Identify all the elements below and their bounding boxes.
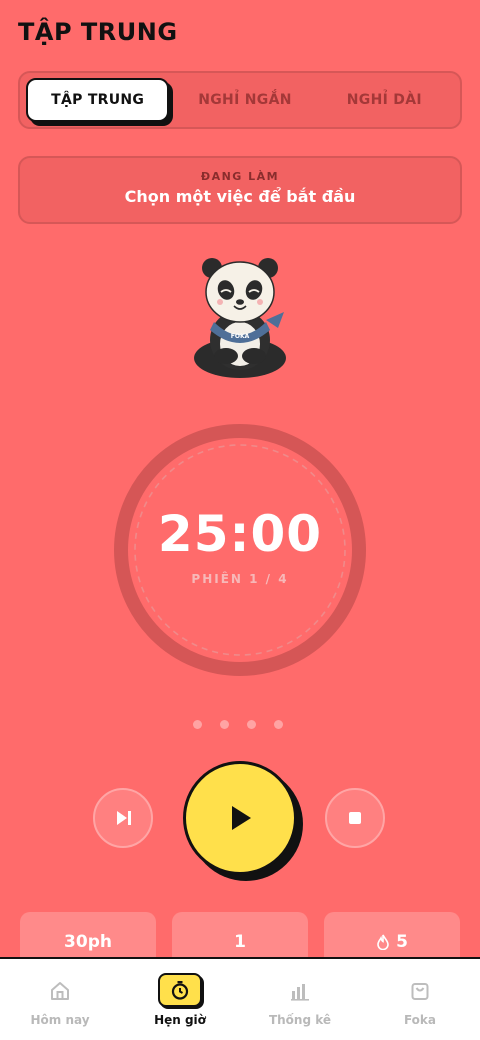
nav-timer-label: Hẹn giờ [154, 1013, 206, 1027]
session-dot [274, 720, 283, 729]
stat-streak-value: 5 [396, 932, 408, 952]
session-dot [247, 720, 256, 729]
current-task-text: Chọn một việc để bắt đầu [124, 187, 356, 206]
scarf-badge-text: FOKA [231, 333, 250, 340]
nav-stats-label: Thống kê [268, 1013, 332, 1027]
play-icon [232, 806, 251, 830]
page-title: TẬP TRUNG [18, 18, 178, 46]
play-button[interactable] [183, 761, 297, 875]
stat-count-value: 1 [234, 932, 246, 952]
skip-button[interactable] [93, 788, 153, 848]
tab-focus[interactable]: TẬP TRUNG [26, 78, 170, 122]
current-task-card[interactable]: ĐANG LÀM Chọn một việc để bắt đầu [18, 156, 462, 224]
panda-mascot: FOKA [194, 258, 286, 378]
session-dots [193, 720, 283, 729]
nav-stats[interactable]: Thống kê [240, 959, 360, 1040]
timer-icon [158, 973, 202, 1007]
home-icon [48, 979, 72, 1003]
nav-foka-label: Foka [403, 1013, 437, 1027]
bag-icon [408, 979, 432, 1003]
skip-next-icon [117, 811, 131, 825]
stop-button[interactable] [325, 788, 385, 848]
stat-duration-value: 30ph [64, 932, 112, 952]
nav-foka[interactable]: Foka [360, 959, 480, 1040]
current-task-label: ĐANG LÀM [200, 170, 280, 183]
tab-short-break[interactable]: NGHỈ NGẮN [175, 78, 314, 122]
nav-today[interactable]: Hôm nay [0, 959, 120, 1040]
stop-icon [349, 812, 361, 824]
session-dot [220, 720, 229, 729]
flame-icon [377, 934, 389, 950]
session-counter: PHIÊN 1 / 4 [191, 572, 289, 586]
nav-timer[interactable]: Hẹn giờ [120, 959, 240, 1040]
session-dot [193, 720, 202, 729]
mode-tabs: TẬP TRUNG NGHỈ NGẮN NGHỈ DÀI [18, 71, 462, 129]
bottom-nav: Hôm nay Hẹn giờ Thống kê Foka [0, 957, 480, 1040]
nav-today-label: Hôm nay [30, 1013, 90, 1027]
timer-display: 25:00 [157, 505, 323, 563]
tab-long-break[interactable]: NGHỈ DÀI [315, 78, 454, 122]
chart-icon [288, 979, 312, 1003]
